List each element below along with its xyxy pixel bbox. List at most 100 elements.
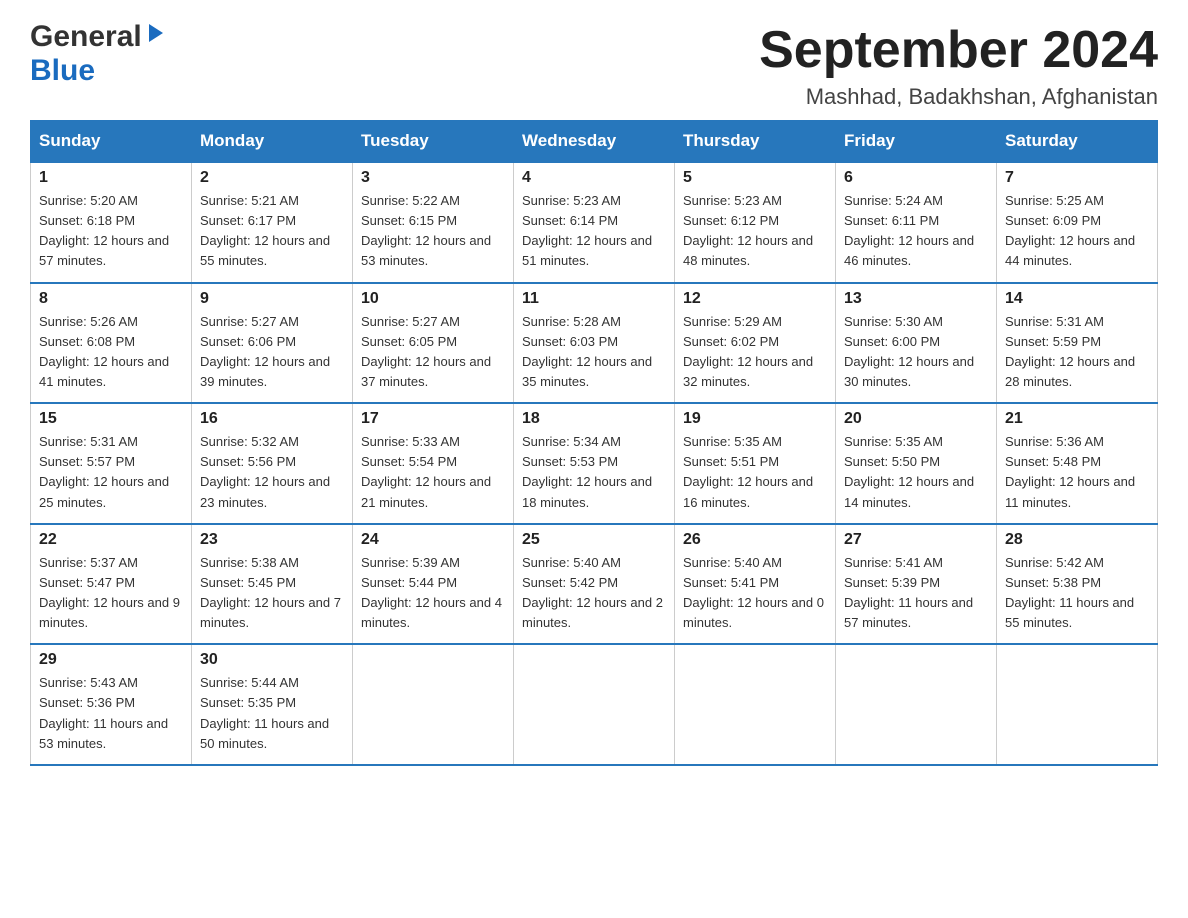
day-info: Sunrise: 5:22 AMSunset: 6:15 PMDaylight:… <box>361 191 505 272</box>
day-number: 26 <box>683 531 827 549</box>
day-number: 25 <box>522 531 666 549</box>
day-number: 15 <box>39 410 183 428</box>
table-row <box>514 644 675 765</box>
day-info: Sunrise: 5:32 AMSunset: 5:56 PMDaylight:… <box>200 432 344 513</box>
table-row: 17Sunrise: 5:33 AMSunset: 5:54 PMDayligh… <box>353 403 514 524</box>
day-number: 9 <box>200 290 344 308</box>
table-row: 25 Sunrise: 5:40 AMSunset: 5:42 PMDayligh… <box>514 524 675 645</box>
day-info: Sunrise: 5:41 AMSunset: 5:39 PMDaylight:… <box>844 553 988 634</box>
page-header: General Blue September 2024 Mashhad, Bad… <box>30 20 1158 110</box>
col-wednesday: Wednesday <box>514 121 675 163</box>
table-row <box>997 644 1158 765</box>
day-number: 10 <box>361 290 505 308</box>
day-info: Sunrise: 5:43 AMSunset: 5:36 PMDaylight:… <box>39 673 183 754</box>
logo-blue-text: Blue <box>30 54 95 87</box>
calendar-week-row: 15 Sunrise: 5:31 AMSunset: 5:57 PMDayligh… <box>31 403 1158 524</box>
day-info: Sunrise: 5:40 AMSunset: 5:41 PMDaylight:… <box>683 553 827 634</box>
table-row: 6 Sunrise: 5:24 AMSunset: 6:11 PMDaylight… <box>836 162 997 283</box>
table-row: 30 Sunrise: 5:44 AMSunset: 5:35 PMDayligh… <box>192 644 353 765</box>
calendar-header-row: Sunday Monday Tuesday Wednesday Thursday… <box>31 121 1158 163</box>
day-number: 5 <box>683 169 827 187</box>
table-row: 5 Sunrise: 5:23 AMSunset: 6:12 PMDaylight… <box>675 162 836 283</box>
day-number: 12 <box>683 290 827 308</box>
table-row: 4Sunrise: 5:23 AMSunset: 6:14 PMDaylight… <box>514 162 675 283</box>
table-row: 9Sunrise: 5:27 AMSunset: 6:06 PMDaylight… <box>192 283 353 404</box>
table-row <box>675 644 836 765</box>
table-row: 20Sunrise: 5:35 AMSunset: 5:50 PMDayligh… <box>836 403 997 524</box>
calendar-subtitle: Mashhad, Badakhshan, Afghanistan <box>759 84 1158 110</box>
calendar-table: Sunday Monday Tuesday Wednesday Thursday… <box>30 120 1158 766</box>
table-row: 26 Sunrise: 5:40 AMSunset: 5:41 PMDayligh… <box>675 524 836 645</box>
day-info: Sunrise: 5:34 AMSunset: 5:53 PMDaylight:… <box>522 432 666 513</box>
day-info: Sunrise: 5:25 AMSunset: 6:09 PMDaylight:… <box>1005 191 1149 272</box>
table-row: 12 Sunrise: 5:29 AMSunset: 6:02 PMDayligh… <box>675 283 836 404</box>
day-number: 21 <box>1005 410 1149 428</box>
col-thursday: Thursday <box>675 121 836 163</box>
day-number: 24 <box>361 531 505 549</box>
col-friday: Friday <box>836 121 997 163</box>
table-row: 2 Sunrise: 5:21 AMSunset: 6:17 PMDaylight… <box>192 162 353 283</box>
day-number: 30 <box>200 651 344 669</box>
day-number: 27 <box>844 531 988 549</box>
day-info: Sunrise: 5:30 AMSunset: 6:00 PMDaylight:… <box>844 312 988 393</box>
day-number: 6 <box>844 169 988 187</box>
day-number: 8 <box>39 290 183 308</box>
day-info: Sunrise: 5:29 AMSunset: 6:02 PMDaylight:… <box>683 312 827 393</box>
day-info: Sunrise: 5:35 AMSunset: 5:51 PMDaylight:… <box>683 432 827 513</box>
table-row: 28Sunrise: 5:42 AMSunset: 5:38 PMDayligh… <box>997 524 1158 645</box>
logo: General Blue <box>30 20 167 88</box>
day-info: Sunrise: 5:44 AMSunset: 5:35 PMDaylight:… <box>200 673 344 754</box>
day-number: 28 <box>1005 531 1149 549</box>
table-row: 10 Sunrise: 5:27 AMSunset: 6:05 PMDayligh… <box>353 283 514 404</box>
day-info: Sunrise: 5:23 AMSunset: 6:12 PMDaylight:… <box>683 191 827 272</box>
day-number: 2 <box>200 169 344 187</box>
logo-arrow-icon <box>145 22 167 49</box>
day-number: 22 <box>39 531 183 549</box>
title-section: September 2024 Mashhad, Badakhshan, Afgh… <box>759 20 1158 110</box>
table-row <box>836 644 997 765</box>
day-number: 19 <box>683 410 827 428</box>
day-info: Sunrise: 5:21 AMSunset: 6:17 PMDaylight:… <box>200 191 344 272</box>
day-info: Sunrise: 5:40 AMSunset: 5:42 PMDaylight:… <box>522 553 666 634</box>
calendar-title: September 2024 <box>759 20 1158 80</box>
day-info: Sunrise: 5:31 AMSunset: 5:57 PMDaylight:… <box>39 432 183 513</box>
day-number: 13 <box>844 290 988 308</box>
day-info: Sunrise: 5:26 AMSunset: 6:08 PMDaylight:… <box>39 312 183 393</box>
logo-general-text: General <box>30 20 142 54</box>
table-row: 14 Sunrise: 5:31 AMSunset: 5:59 PMDayligh… <box>997 283 1158 404</box>
day-info: Sunrise: 5:38 AMSunset: 5:45 PMDaylight:… <box>200 553 344 634</box>
day-info: Sunrise: 5:20 AMSunset: 6:18 PMDaylight:… <box>39 191 183 272</box>
col-saturday: Saturday <box>997 121 1158 163</box>
day-info: Sunrise: 5:27 AMSunset: 6:05 PMDaylight:… <box>361 312 505 393</box>
table-row: 23 Sunrise: 5:38 AMSunset: 5:45 PMDayligh… <box>192 524 353 645</box>
table-row: 16 Sunrise: 5:32 AMSunset: 5:56 PMDayligh… <box>192 403 353 524</box>
table-row: 1Sunrise: 5:20 AMSunset: 6:18 PMDaylight… <box>31 162 192 283</box>
table-row: 15 Sunrise: 5:31 AMSunset: 5:57 PMDayligh… <box>31 403 192 524</box>
day-info: Sunrise: 5:24 AMSunset: 6:11 PMDaylight:… <box>844 191 988 272</box>
calendar-week-row: 22Sunrise: 5:37 AMSunset: 5:47 PMDayligh… <box>31 524 1158 645</box>
day-number: 3 <box>361 169 505 187</box>
calendar-week-row: 29Sunrise: 5:43 AMSunset: 5:36 PMDayligh… <box>31 644 1158 765</box>
day-number: 11 <box>522 290 666 308</box>
day-number: 7 <box>1005 169 1149 187</box>
col-monday: Monday <box>192 121 353 163</box>
day-info: Sunrise: 5:33 AMSunset: 5:54 PMDaylight:… <box>361 432 505 513</box>
day-number: 18 <box>522 410 666 428</box>
table-row: 3 Sunrise: 5:22 AMSunset: 6:15 PMDaylight… <box>353 162 514 283</box>
day-info: Sunrise: 5:39 AMSunset: 5:44 PMDaylight:… <box>361 553 505 634</box>
table-row <box>353 644 514 765</box>
table-row: 7 Sunrise: 5:25 AMSunset: 6:09 PMDaylight… <box>997 162 1158 283</box>
day-info: Sunrise: 5:36 AMSunset: 5:48 PMDaylight:… <box>1005 432 1149 513</box>
col-sunday: Sunday <box>31 121 192 163</box>
table-row: 11Sunrise: 5:28 AMSunset: 6:03 PMDayligh… <box>514 283 675 404</box>
table-row: 21 Sunrise: 5:36 AMSunset: 5:48 PMDayligh… <box>997 403 1158 524</box>
day-number: 23 <box>200 531 344 549</box>
day-number: 14 <box>1005 290 1149 308</box>
calendar-week-row: 8 Sunrise: 5:26 AMSunset: 6:08 PMDaylight… <box>31 283 1158 404</box>
calendar-week-row: 1Sunrise: 5:20 AMSunset: 6:18 PMDaylight… <box>31 162 1158 283</box>
table-row: 27 Sunrise: 5:41 AMSunset: 5:39 PMDayligh… <box>836 524 997 645</box>
day-number: 16 <box>200 410 344 428</box>
day-info: Sunrise: 5:31 AMSunset: 5:59 PMDaylight:… <box>1005 312 1149 393</box>
table-row: 19 Sunrise: 5:35 AMSunset: 5:51 PMDayligh… <box>675 403 836 524</box>
day-number: 20 <box>844 410 988 428</box>
